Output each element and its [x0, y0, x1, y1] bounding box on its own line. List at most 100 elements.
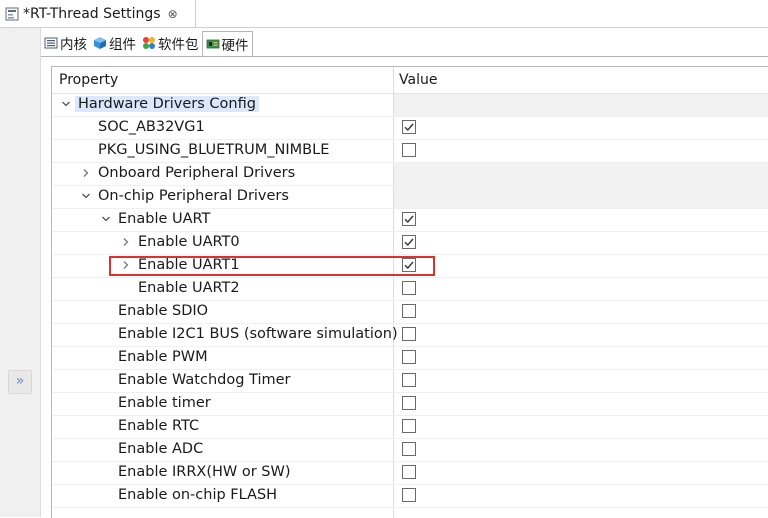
tree-row[interactable]: On-chip Peripheral Drivers — [52, 186, 768, 209]
package-dots-icon — [143, 37, 155, 49]
tab-packages[interactable]: 软件包 — [139, 32, 202, 54]
tree-row[interactable]: Hardware Drivers Config — [52, 94, 768, 117]
tree-row-label: Enable on-chip FLASH — [118, 487, 278, 503]
property-tree-table: Property Value Hardware Drivers Config SO… — [51, 66, 768, 518]
value-cell — [394, 393, 768, 415]
checkbox-unchecked[interactable] — [402, 373, 416, 387]
tree-row[interactable]: Enable SDIO — [52, 301, 768, 324]
checkbox-unchecked[interactable] — [402, 442, 416, 456]
tree-row[interactable]: Enable UART2 — [52, 278, 768, 301]
value-cell — [394, 416, 768, 438]
checkbox-unchecked[interactable] — [402, 419, 416, 433]
checkbox-unchecked[interactable] — [402, 304, 416, 318]
tree-row-label: Enable Watchdog Timer — [118, 372, 291, 388]
checkbox-checked[interactable] — [402, 212, 416, 226]
checkbox-unchecked[interactable] — [402, 327, 416, 341]
chevron-right-icon[interactable] — [120, 258, 132, 274]
tree-row[interactable]: Enable timer — [52, 393, 768, 416]
tree-row[interactable]: Enable RTC — [52, 416, 768, 439]
checkbox-unchecked[interactable] — [402, 143, 416, 157]
tree-row[interactable]: Enable on-chip FLASH — [52, 485, 768, 508]
editor-tab-rt-thread-settings[interactable]: *RT-Thread Settings ⊗ — [0, 0, 196, 27]
tree-row-label: Enable ADC — [118, 441, 204, 457]
chevron-right-icon[interactable] — [120, 235, 132, 251]
tree-row[interactable]: Enable PWM — [52, 347, 768, 370]
tree-row[interactable]: PKG_USING_BLUETRUM_NIMBLE — [52, 140, 768, 163]
tree-row-label: Enable PWM — [118, 349, 208, 365]
tree-row-label: Enable SDIO — [118, 303, 209, 319]
tree-row-label: Onboard Peripheral Drivers — [98, 165, 296, 181]
checkbox-unchecked[interactable] — [402, 281, 416, 295]
value-cell — [394, 163, 768, 185]
tab-components-label: 组件 — [109, 37, 136, 53]
checkmark-icon — [404, 261, 414, 270]
tree-row[interactable]: Enable UART1 — [52, 255, 768, 278]
value-cell — [394, 301, 768, 323]
cube-icon — [94, 37, 106, 49]
column-header-value[interactable]: Value — [399, 72, 437, 88]
tree-row-label: Enable I2C1 BUS (software simulation) — [118, 326, 398, 342]
list-icon — [44, 37, 58, 49]
tree-row-label: Enable UART0 — [138, 234, 240, 250]
tab-components[interactable]: 组件 — [90, 32, 139, 54]
close-icon[interactable]: ⊗ — [168, 8, 178, 20]
chevron-down-icon[interactable] — [80, 189, 92, 205]
tree-row-label: Enable UART1 — [138, 257, 240, 273]
checkmark-icon — [404, 123, 414, 132]
value-cell — [394, 347, 768, 369]
tree-row[interactable]: Enable IRRX(HW or SW) — [52, 462, 768, 485]
value-cell — [394, 255, 768, 277]
chevron-right-icon[interactable] — [80, 166, 92, 182]
tab-packages-label: 软件包 — [158, 37, 199, 53]
checkbox-checked[interactable] — [402, 120, 416, 134]
settings-file-icon — [5, 7, 19, 20]
tree-row[interactable]: Enable ADC — [52, 439, 768, 462]
chevron-down-icon[interactable] — [100, 212, 112, 228]
tree-row-label: Hardware Drivers Config — [75, 96, 259, 112]
value-cell — [394, 485, 768, 507]
value-cell — [394, 232, 768, 254]
tree-row[interactable]: Enable Watchdog Timer — [52, 370, 768, 393]
tree-row[interactable]: Enable UART — [52, 209, 768, 232]
tree-row-label: PKG_USING_BLUETRUM_NIMBLE — [98, 142, 330, 158]
chevron-down-icon[interactable] — [60, 97, 72, 113]
value-cell — [394, 186, 768, 208]
checkmark-icon — [404, 238, 414, 247]
tree-row[interactable]: Enable I2C1 BUS (software simulation) — [52, 324, 768, 347]
tab-hardware[interactable]: 硬件 — [201, 31, 253, 57]
checkbox-unchecked[interactable] — [402, 350, 416, 364]
tab-hardware-label: 硬件 — [221, 38, 249, 54]
restore-panel-button[interactable]: » — [8, 370, 32, 394]
tabs-divider — [41, 56, 768, 57]
value-cell — [394, 117, 768, 139]
tree-row[interactable]: Enable UART0 — [52, 232, 768, 255]
tab-kernel[interactable]: 内核 — [41, 32, 90, 54]
value-cell — [394, 370, 768, 392]
settings-page-tabs: 内核 组件 软件包 硬件 — [41, 31, 253, 57]
checkmark-icon — [404, 215, 414, 224]
value-cell — [394, 140, 768, 162]
tree-row-label: SOC_AB32VG1 — [98, 119, 205, 135]
checkbox-unchecked[interactable] — [402, 465, 416, 479]
collapsed-side-panel: » — [0, 28, 41, 517]
value-cell — [394, 462, 768, 484]
editor-tab-title: *RT-Thread Settings — [23, 5, 161, 22]
value-cell — [394, 278, 768, 300]
editor-tab-bar: *RT-Thread Settings ⊗ — [0, 0, 768, 28]
tree-rows: Hardware Drivers Config SOC_AB32VG1 PKG_US… — [52, 94, 768, 508]
checkbox-checked[interactable] — [402, 258, 416, 272]
tree-row-label: On-chip Peripheral Drivers — [98, 188, 289, 204]
value-cell — [394, 209, 768, 231]
board-icon — [206, 39, 219, 49]
tree-row-label: Enable UART2 — [138, 280, 240, 296]
checkbox-checked[interactable] — [402, 235, 416, 249]
tree-row[interactable]: Onboard Peripheral Drivers — [52, 163, 768, 186]
checkbox-unchecked[interactable] — [402, 488, 416, 502]
tab-kernel-label: 内核 — [60, 37, 87, 53]
value-cell — [394, 94, 768, 116]
tree-row-label: Enable RTC — [118, 418, 200, 434]
column-header-property[interactable]: Property — [59, 72, 118, 88]
checkbox-unchecked[interactable] — [402, 396, 416, 410]
tree-row[interactable]: SOC_AB32VG1 — [52, 117, 768, 140]
tree-row-label: Enable timer — [118, 395, 211, 411]
